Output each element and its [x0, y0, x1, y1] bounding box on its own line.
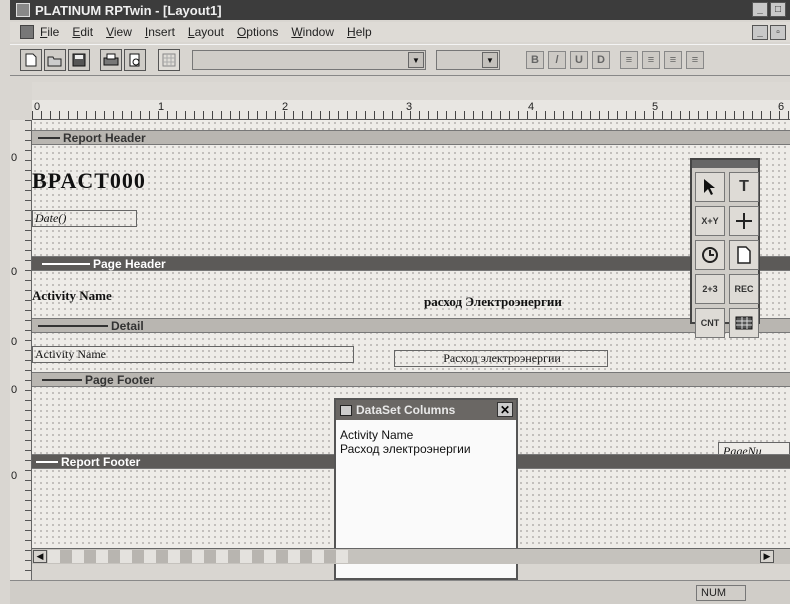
- double-underline-button[interactable]: D: [592, 51, 610, 69]
- band-page-header[interactable]: Page Header: [32, 256, 790, 271]
- ruler-mark: 2: [282, 101, 289, 113]
- chevron-down-icon[interactable]: ▼: [408, 52, 424, 68]
- ruler-strip: [32, 82, 790, 100]
- detail-field-activity[interactable]: Activity Name: [32, 346, 354, 363]
- status-bar: NUM: [10, 580, 790, 604]
- menu-bar: File Edit View Insert Layout Options Win…: [10, 22, 790, 42]
- menu-window[interactable]: Window: [291, 25, 334, 39]
- gutter-mark: 0: [11, 152, 18, 164]
- gutter-mark: 0: [11, 266, 18, 278]
- dataset-column-item[interactable]: Расход электроэнергии: [336, 442, 516, 456]
- date-field[interactable]: Date(): [32, 210, 137, 227]
- palette-caption[interactable]: [692, 160, 758, 168]
- dataset-caption[interactable]: DataSet Columns ✕: [336, 400, 516, 420]
- document-window-controls: _ ▫: [752, 25, 786, 40]
- scroll-thumb[interactable]: [48, 550, 348, 563]
- ruler-mark: 1: [158, 101, 165, 113]
- gutter-mark: 0: [11, 336, 18, 348]
- app-icon[interactable]: [16, 3, 30, 17]
- detail-field-energy[interactable]: Расход электроэнергии: [394, 350, 608, 367]
- align-right-icon[interactable]: ≡: [664, 51, 682, 69]
- col-header-activity[interactable]: Activity Name: [32, 288, 112, 304]
- band-label: Page Footer: [85, 372, 155, 387]
- chevron-down-icon[interactable]: ▼: [482, 52, 498, 68]
- menu-options[interactable]: Options: [237, 25, 278, 39]
- print-preview-icon[interactable]: [124, 49, 146, 71]
- text-icon[interactable]: T: [729, 172, 759, 202]
- band-label: Page Header: [93, 256, 166, 271]
- band-report-header[interactable]: Report Header: [32, 130, 790, 145]
- vertical-ruler: 0 0 0 0 0: [10, 120, 32, 580]
- num-lock-indicator: NUM: [696, 585, 746, 601]
- close-icon[interactable]: ✕: [497, 402, 513, 417]
- dataset-column-item[interactable]: Activity Name: [336, 428, 516, 442]
- open-file-icon[interactable]: [44, 49, 66, 71]
- menu-layout[interactable]: Layout: [188, 25, 224, 39]
- grid-icon[interactable]: [729, 308, 759, 338]
- maximize-button[interactable]: □: [770, 2, 786, 17]
- gutter-mark: 0: [11, 384, 18, 396]
- grid-toggle-icon[interactable]: [158, 49, 180, 71]
- page-icon[interactable]: [729, 240, 759, 270]
- ruler-mark: 6: [778, 101, 785, 113]
- italic-button[interactable]: /: [548, 51, 566, 69]
- scroll-right-icon[interactable]: ▶: [760, 550, 774, 563]
- minimize-button[interactable]: _: [752, 2, 768, 17]
- col-header-energy[interactable]: расход Электроэнергии: [424, 294, 562, 310]
- window-controls: _ □: [752, 2, 786, 17]
- line-icon[interactable]: [729, 206, 759, 236]
- horizontal-ruler: 0 1 2 3 4 5 6: [32, 100, 790, 120]
- font-name-combo[interactable]: ▼: [192, 50, 426, 70]
- ruler-mark: 5: [652, 101, 659, 113]
- menu-view[interactable]: View: [106, 25, 132, 39]
- band-label: Report Header: [63, 130, 146, 145]
- font-size-combo[interactable]: ▼: [436, 50, 500, 70]
- band-label: Detail: [111, 318, 144, 333]
- title-bar: PLATINUM RPTwin - [Layout1] _ □: [10, 0, 790, 20]
- justify-icon[interactable]: ≡: [686, 51, 704, 69]
- table-icon: [340, 404, 352, 416]
- scroll-left-icon[interactable]: ◀: [33, 550, 47, 563]
- gutter-ticks: [25, 120, 31, 580]
- clock-icon[interactable]: [695, 240, 725, 270]
- doc-minimize-button[interactable]: _: [752, 25, 768, 40]
- dataset-title: DataSet Columns: [356, 403, 456, 417]
- palette-tools: T X+Y 2+3 REC CNT: [692, 168, 759, 342]
- report-title-field[interactable]: BPACT000: [32, 168, 146, 194]
- gutter-mark: 0: [11, 470, 18, 482]
- menu-help[interactable]: Help: [347, 25, 372, 39]
- document-icon[interactable]: [20, 25, 34, 39]
- doc-restore-button[interactable]: ▫: [770, 25, 786, 40]
- menu-insert[interactable]: Insert: [145, 25, 175, 39]
- align-left-icon[interactable]: ≡: [620, 51, 638, 69]
- band-label: Report Footer: [61, 454, 141, 469]
- ruler-mark: 3: [406, 101, 413, 113]
- cnt-icon[interactable]: CNT: [695, 308, 725, 338]
- ruler-mark: 0: [34, 101, 41, 113]
- band-page-footer[interactable]: Page Footer: [32, 372, 790, 387]
- ruler-mark: 4: [528, 101, 535, 113]
- tool-palette[interactable]: T X+Y 2+3 REC CNT: [690, 158, 760, 338]
- underline-button[interactable]: U: [570, 51, 588, 69]
- print-icon[interactable]: [100, 49, 122, 71]
- horizontal-scrollbar[interactable]: ◀ ▶: [32, 548, 790, 564]
- new-file-icon[interactable]: [20, 49, 42, 71]
- toolbar: ▼ ▼ B / U D ≡ ≡ ≡ ≡: [10, 44, 790, 76]
- bold-button[interactable]: B: [526, 51, 544, 69]
- xy-chart-icon[interactable]: X+Y: [695, 206, 725, 236]
- number-icon[interactable]: 2+3: [695, 274, 725, 304]
- menu-file[interactable]: File: [40, 25, 59, 39]
- align-center-icon[interactable]: ≡: [642, 51, 660, 69]
- pointer-icon[interactable]: [695, 172, 725, 202]
- save-icon[interactable]: [68, 49, 90, 71]
- window-title: PLATINUM RPTwin - [Layout1]: [35, 2, 222, 18]
- rec-icon[interactable]: REC: [729, 274, 759, 304]
- menu-edit[interactable]: Edit: [72, 25, 93, 39]
- band-detail[interactable]: Detail: [32, 318, 790, 333]
